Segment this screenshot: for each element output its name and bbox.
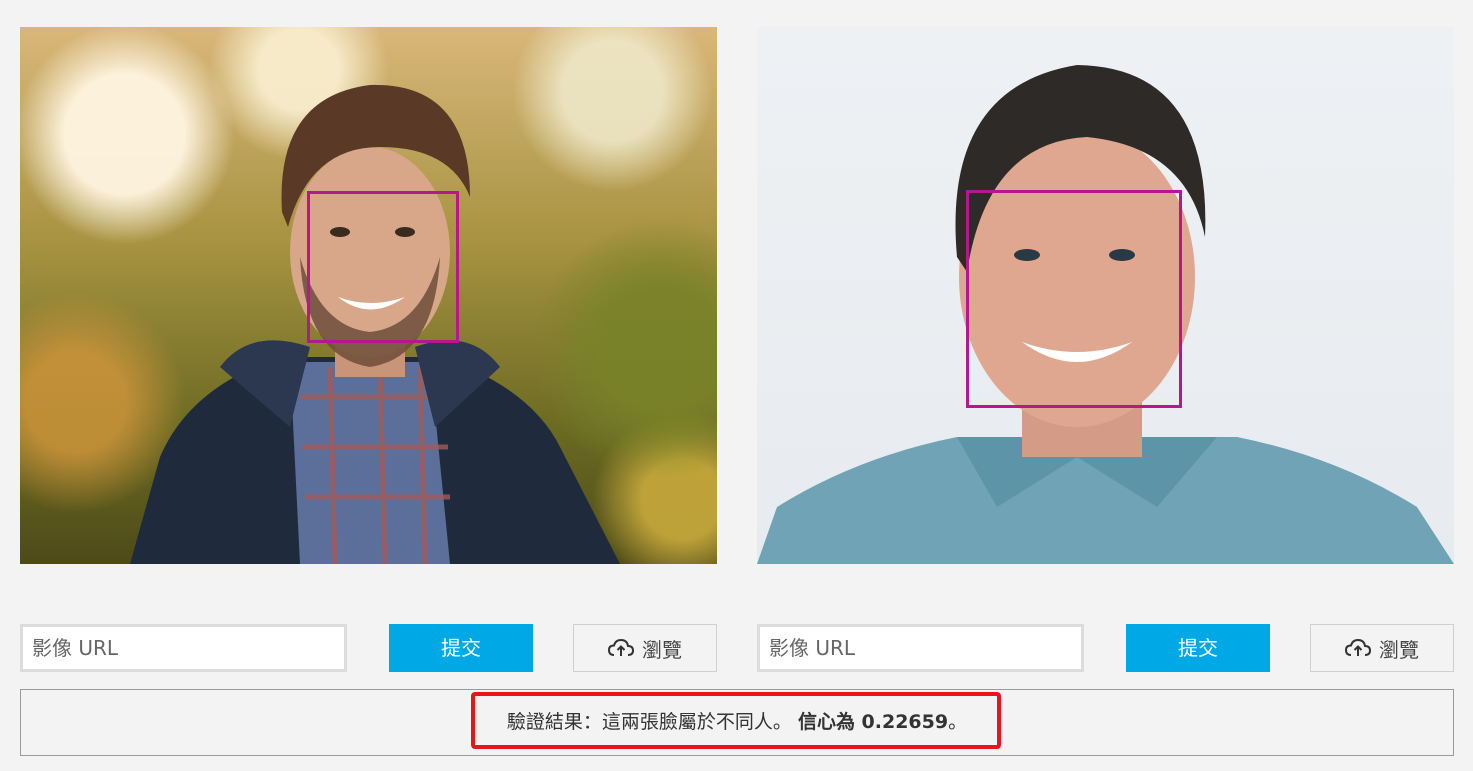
left-browse-button[interactable]: 瀏覽 bbox=[573, 624, 717, 672]
left-face-detection-box bbox=[307, 191, 459, 343]
right-browse-label: 瀏覽 bbox=[1379, 637, 1419, 662]
left-face-image bbox=[20, 27, 717, 564]
right-image-url-input[interactable]: 影像 URL bbox=[757, 624, 1084, 672]
result-highlight-box bbox=[471, 692, 1001, 749]
right-face-image bbox=[757, 27, 1454, 564]
left-submit-button[interactable]: 提交 bbox=[389, 624, 533, 672]
left-browse-label: 瀏覽 bbox=[642, 637, 682, 662]
left-image-url-input[interactable]: 影像 URL bbox=[20, 624, 347, 672]
right-face-detection-box bbox=[966, 190, 1182, 408]
right-submit-button[interactable]: 提交 bbox=[1126, 624, 1270, 672]
cloud-upload-icon bbox=[1345, 638, 1371, 656]
right-browse-button[interactable]: 瀏覽 bbox=[1310, 624, 1454, 672]
cloud-upload-icon bbox=[608, 638, 634, 656]
